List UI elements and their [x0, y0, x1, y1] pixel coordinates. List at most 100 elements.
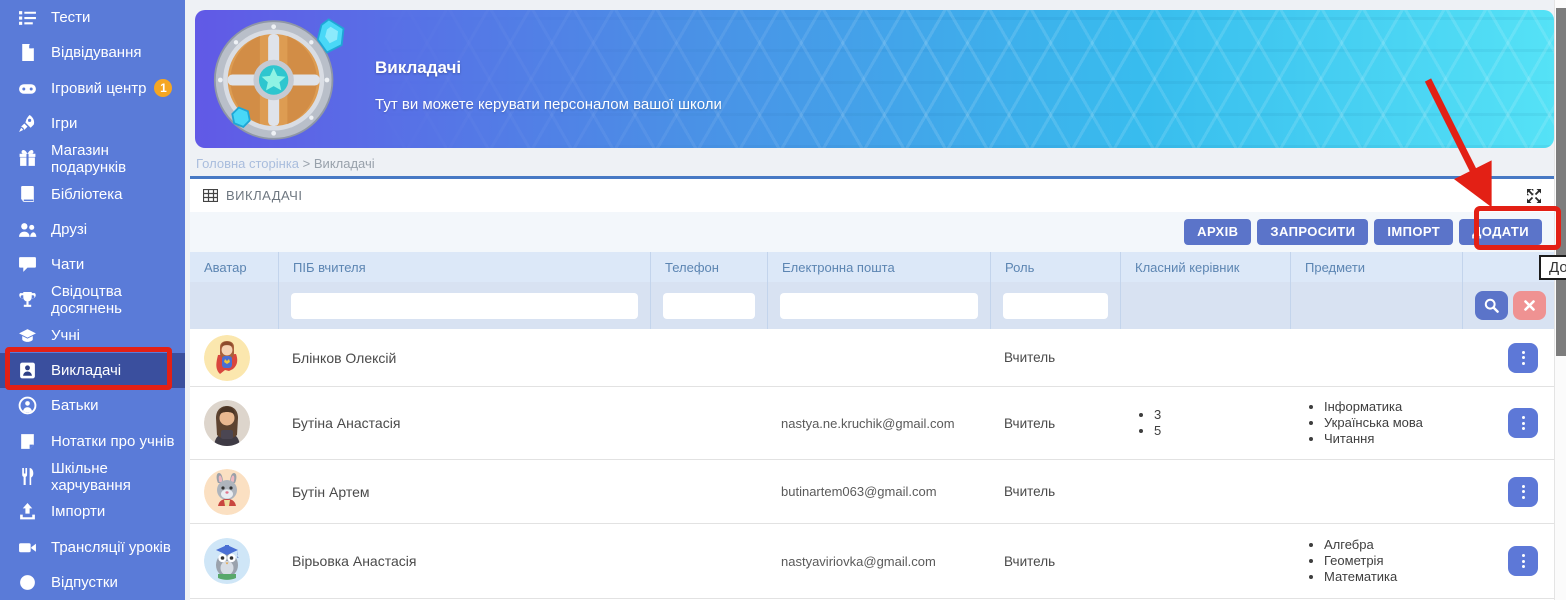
rocket-icon	[18, 114, 37, 133]
shield-illustration	[207, 12, 355, 148]
sidebar-item-game-center[interactable]: Ігровий центр 1	[0, 71, 185, 106]
sidebar-item-label: Ігри	[51, 115, 77, 132]
breadcrumb-home-link[interactable]: Головна сторінка	[196, 156, 299, 171]
teacher-role: Вчитель	[990, 329, 1120, 386]
teacher-phone	[650, 460, 767, 523]
subject-item: Математика	[1324, 569, 1397, 585]
expand-icon[interactable]	[1527, 189, 1541, 203]
sidebar-item-games[interactable]: Ігри	[0, 106, 185, 141]
trophy-icon	[18, 291, 37, 310]
subject-item: Читання	[1324, 431, 1423, 447]
sidebar-item-chats[interactable]: Чати	[0, 247, 185, 282]
email-filter-input[interactable]	[780, 293, 978, 319]
teacher-role: Вчитель	[990, 387, 1120, 459]
column-header-class-teacher[interactable]: Класний керівник	[1120, 252, 1290, 282]
panel-toolbar: АРХІВ ЗАПРОСИТИ ІМПОРТ ДОДАТИ	[190, 212, 1554, 252]
role-filter-input[interactable]	[1003, 293, 1108, 319]
class-item: 3	[1154, 407, 1161, 423]
sidebar-item-label: Шкільне харчування	[51, 460, 185, 494]
sidebar-item-vacations[interactable]: Відпустки	[0, 565, 185, 600]
avatar	[204, 538, 250, 584]
sidebar-item-library[interactable]: Бібліотека	[0, 176, 185, 211]
table-row[interactable]: Бутіна Анастасія nastya.ne.kruchik@gmail…	[190, 387, 1554, 460]
sidebar-item-label: Чати	[51, 256, 84, 273]
sidebar-item-certificates[interactable]: Свідоцтва досягнень	[0, 282, 185, 317]
column-header-email[interactable]: Електронна пошта	[767, 252, 990, 282]
table-header-row: Аватар ПІБ вчителя Телефон Електронна по…	[190, 252, 1554, 282]
sidebar-item-label: Відвідування	[51, 44, 141, 61]
vertical-scrollbar[interactable]	[1554, 0, 1566, 600]
sidebar-item-parents[interactable]: Батьки	[0, 388, 185, 423]
clear-filter-button[interactable]	[1513, 291, 1546, 320]
column-header-name[interactable]: ПІБ вчителя	[278, 252, 650, 282]
table-row[interactable]: Блінков Олексій Вчитель	[190, 329, 1554, 387]
close-icon	[1524, 300, 1535, 311]
teacher-subjects	[1290, 460, 1462, 523]
utensils-icon	[18, 467, 37, 486]
breadcrumb-current: Викладачі	[314, 156, 375, 171]
sidebar-item-label: Свідоцтва досягнень	[51, 283, 185, 317]
tests-icon	[18, 8, 37, 27]
sidebar-item-school-meals[interactable]: Шкільне харчування	[0, 459, 185, 494]
banner-subtitle: Тут ви можете керувати персоналом вашої …	[375, 96, 722, 113]
sidebar-item-lesson-broadcasts[interactable]: Трансляції уроків	[0, 529, 185, 564]
filter-actions	[1462, 282, 1554, 329]
subject-item: Алгебра	[1324, 537, 1397, 553]
table-row[interactable]: Бутін Артем butinartem063@gmail.com Вчит…	[190, 460, 1554, 524]
teacher-email: nastya.ne.kruchik@gmail.com	[767, 387, 990, 459]
sidebar-item-attendance[interactable]: Відвідування	[0, 35, 185, 70]
table-filter-row	[190, 282, 1554, 329]
table-row[interactable]: Вірьовка Анастасія nastyaviriovka@gmail.…	[190, 524, 1554, 599]
sidebar-item-imports[interactable]: Імпорти	[0, 494, 185, 529]
teachers-panel: ВИКЛАДАЧІ АРХІВ ЗАПРОСИТИ ІМПОРТ ДОДАТИ …	[190, 176, 1554, 600]
filter-cell-subjects	[1290, 282, 1462, 329]
teacher-subjects: Інформатика Українська мова Читання	[1290, 387, 1462, 459]
column-header-avatar[interactable]: Аватар	[190, 252, 278, 282]
game-center-badge: 1	[154, 79, 172, 97]
teacher-role: Вчитель	[990, 524, 1120, 598]
sidebar-item-label: Магазин подарунків	[51, 142, 185, 176]
filter-cell-class-teacher	[1120, 282, 1290, 329]
teacher-subjects	[1290, 329, 1462, 386]
sidebar-item-friends[interactable]: Друзі	[0, 212, 185, 247]
search-button[interactable]	[1475, 291, 1508, 320]
sidebar-item-label: Учні	[51, 327, 80, 344]
sidebar-item-label: Трансляції уроків	[51, 539, 171, 556]
sidebar-item-student-notes[interactable]: Нотатки про учнів	[0, 424, 185, 459]
gift-icon	[18, 149, 37, 168]
sidebar: Тести Відвідування Ігровий центр 1 Ігри …	[0, 0, 185, 600]
invite-button[interactable]: ЗАПРОСИТИ	[1257, 219, 1368, 245]
scrollbar-thumb[interactable]	[1556, 8, 1566, 356]
row-actions-button[interactable]	[1508, 343, 1538, 373]
sidebar-item-students[interactable]: Учні	[0, 318, 185, 353]
sidebar-item-tests[interactable]: Тести	[0, 0, 185, 35]
import-button[interactable]: ІМПОРТ	[1374, 219, 1453, 245]
add-button[interactable]: ДОДАТИ	[1459, 219, 1542, 245]
column-header-phone[interactable]: Телефон	[650, 252, 767, 282]
name-filter-input[interactable]	[291, 293, 638, 319]
column-header-role[interactable]: Роль	[990, 252, 1120, 282]
row-actions-button[interactable]	[1508, 408, 1538, 438]
book-icon	[18, 185, 37, 204]
sidebar-item-label: Нотатки про учнів	[51, 433, 174, 450]
table-grid-icon	[203, 189, 218, 202]
teacher-classes: 3 5	[1120, 387, 1290, 459]
graduation-cap-icon	[18, 326, 37, 345]
subject-item: Інформатика	[1324, 399, 1423, 415]
row-actions-button[interactable]	[1508, 546, 1538, 576]
column-header-subjects[interactable]: Предмети	[1290, 252, 1462, 282]
teacher-subjects: Алгебра Геометрія Математика	[1290, 524, 1462, 598]
circle-icon	[18, 573, 37, 592]
row-actions-button[interactable]	[1508, 477, 1538, 507]
sidebar-item-teachers[interactable]: Викладачі	[0, 353, 185, 388]
teacher-name: Бутін Артем	[278, 460, 650, 523]
game-center-icon	[18, 79, 37, 98]
archive-button[interactable]: АРХІВ	[1184, 219, 1251, 245]
chat-icon	[18, 255, 37, 274]
sidebar-item-gift-shop[interactable]: Магазин подарунків	[0, 141, 185, 176]
teacher-icon	[18, 361, 37, 380]
filter-cell-avatar	[190, 282, 278, 329]
avatar	[204, 400, 250, 446]
phone-filter-input[interactable]	[663, 293, 755, 319]
sidebar-item-label: Батьки	[51, 397, 98, 414]
